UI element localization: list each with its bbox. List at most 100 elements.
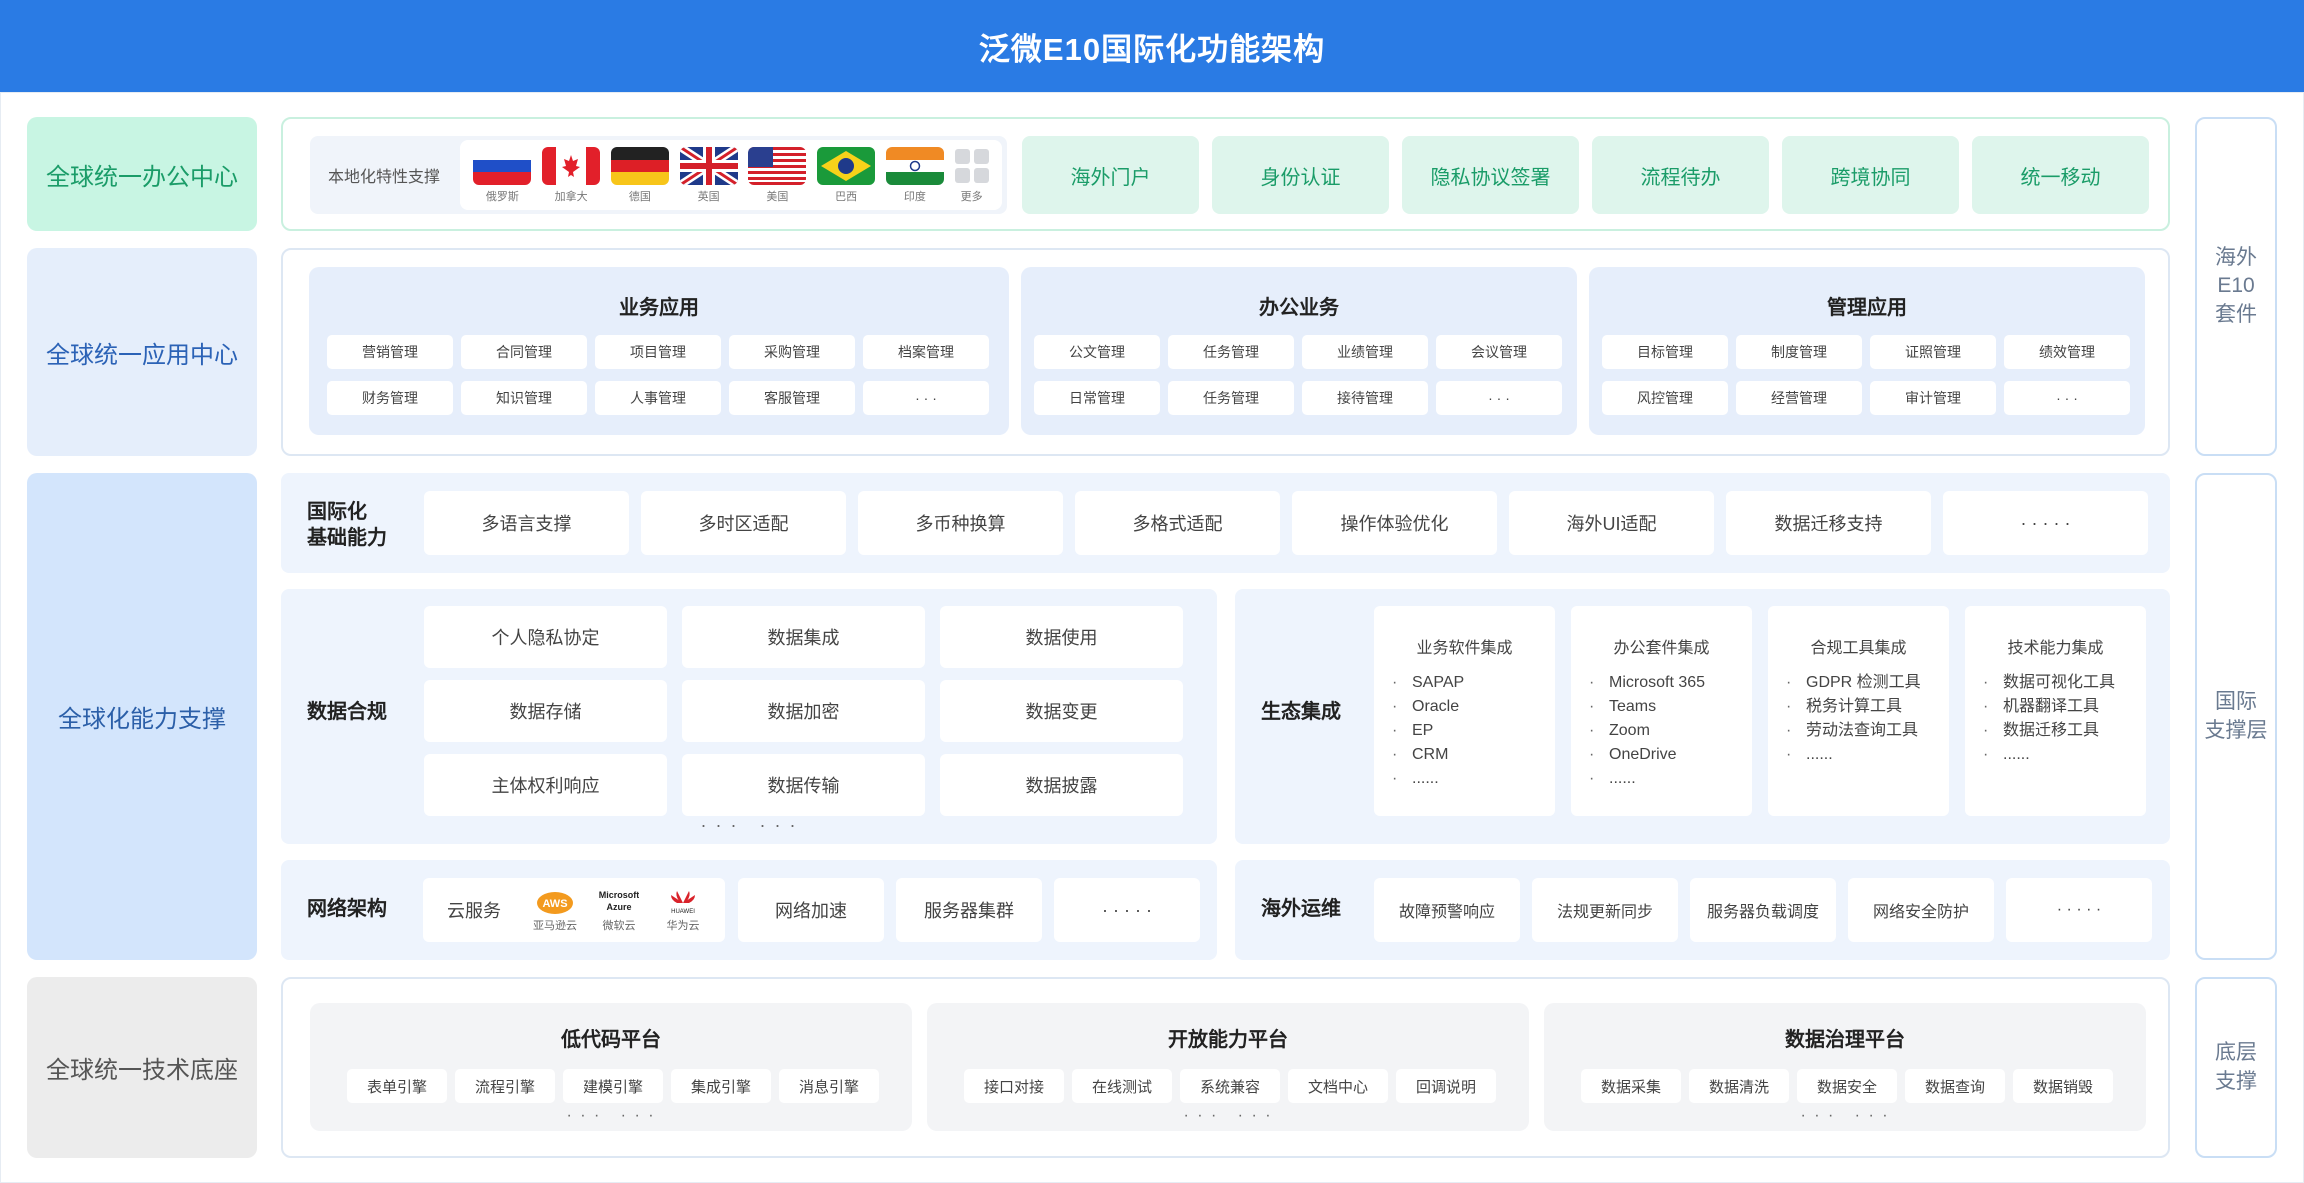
app-item[interactable]: 会议管理	[1436, 335, 1562, 369]
intl-item[interactable]: 多时区适配	[641, 491, 846, 555]
eco-list-item: 机器翻译工具	[1983, 695, 2115, 719]
app-item[interactable]: 公文管理	[1034, 335, 1160, 369]
ops-item[interactable]: 法规更新同步	[1532, 878, 1678, 942]
net-item-more[interactable]: · · · · ·	[1054, 878, 1200, 942]
platform-item[interactable]: 在线测试	[1072, 1069, 1172, 1103]
eco-card-title: 办公套件集成	[1613, 640, 1710, 657]
germany-flag-icon	[610, 146, 669, 185]
platform-item[interactable]: 文档中心	[1288, 1069, 1388, 1103]
app-item[interactable]: 任务管理	[1168, 381, 1294, 415]
eco-card-business-software[interactable]: 业务软件集成 SAPAP Oracle EP CRM ......	[1374, 606, 1555, 816]
intl-item[interactable]: 海外UI适配	[1509, 491, 1714, 555]
feature-privacy-sign[interactable]: 隐私协议签署	[1402, 136, 1579, 214]
data-item[interactable]: 主体权利响应	[424, 754, 667, 816]
platform-item[interactable]: 表单引擎	[347, 1069, 447, 1103]
feature-unified-mobile[interactable]: 统一移动	[1972, 136, 2149, 214]
eco-card-tech-capability[interactable]: 技术能力集成 数据可视化工具 机器翻译工具 数据迁移工具 ......	[1965, 606, 2146, 816]
cloud-name: 微软云	[602, 920, 636, 932]
app-item[interactable]: 项目管理	[595, 335, 721, 369]
feature-workflow-todo[interactable]: 流程待办	[1592, 136, 1769, 214]
eco-list-item: Zoom	[1589, 719, 1705, 743]
app-item-more[interactable]: · · ·	[1436, 381, 1562, 415]
eco-list-item: Oracle	[1392, 695, 1464, 719]
platform-low-code: 低代码平台 表单引擎 流程引擎 建模引擎 集成引擎 消息引擎 · · · · ·…	[310, 1003, 912, 1131]
app-item[interactable]: 审计管理	[1870, 381, 1996, 415]
app-item[interactable]: 制度管理	[1736, 335, 1862, 369]
intl-item[interactable]: 操作体验优化	[1292, 491, 1497, 555]
platform-open-capability: 开放能力平台 接口对接 在线测试 系统兼容 文档中心 回调说明 · · · · …	[927, 1003, 1529, 1131]
app-group-office: 办公业务 公文管理 任务管理 业绩管理 会议管理 日常管理 任务管理 接待管理 …	[1021, 267, 1577, 435]
platform-item[interactable]: 数据销毁	[2013, 1069, 2113, 1103]
app-item[interactable]: 营销管理	[327, 335, 453, 369]
app-item[interactable]: 接待管理	[1302, 381, 1428, 415]
app-item[interactable]: 采购管理	[729, 335, 855, 369]
app-item[interactable]: 知识管理	[461, 381, 587, 415]
eco-card-office-suite[interactable]: 办公套件集成 Microsoft 365 Teams Zoom OneDrive…	[1571, 606, 1752, 816]
ops-item-more[interactable]: · · · · ·	[2006, 878, 2152, 942]
app-item[interactable]: 目标管理	[1602, 335, 1728, 369]
ops-item[interactable]: 网络安全防护	[1848, 878, 1994, 942]
platform-item[interactable]: 流程引擎	[455, 1069, 555, 1103]
platform-more-dots: · · · · · ·	[1183, 1107, 1273, 1124]
app-item[interactable]: 任务管理	[1168, 335, 1294, 369]
app-item[interactable]: 业绩管理	[1302, 335, 1428, 369]
app-item[interactable]: 合同管理	[461, 335, 587, 369]
app-item[interactable]: 档案管理	[863, 335, 989, 369]
data-item[interactable]: 数据传输	[682, 754, 925, 816]
data-item[interactable]: 数据集成	[682, 606, 925, 668]
flag-more[interactable]: 更多	[954, 147, 989, 204]
app-group-title: 办公业务	[1259, 297, 1339, 319]
ops-item[interactable]: 故障预警响应	[1374, 878, 1520, 942]
data-item[interactable]: 数据加密	[682, 680, 925, 742]
huawei-logo-icon: HUAWEI	[671, 891, 695, 915]
app-item-more[interactable]: · · ·	[863, 381, 989, 415]
feature-overseas-portal[interactable]: 海外门户	[1022, 136, 1199, 214]
app-item[interactable]: 经营管理	[1736, 381, 1862, 415]
localization-label: 本地化特性支撑	[328, 169, 441, 186]
intl-item[interactable]: 多币种换算	[858, 491, 1063, 555]
feature-identity-auth[interactable]: 身份认证	[1212, 136, 1389, 214]
intl-item[interactable]: 多语言支撑	[424, 491, 629, 555]
app-item[interactable]: 人事管理	[595, 381, 721, 415]
platform-item[interactable]: 系统兼容	[1180, 1069, 1280, 1103]
intl-item-more[interactable]: · · · · ·	[1943, 491, 2148, 555]
country-name: 印度	[903, 190, 926, 203]
data-item[interactable]: 数据变更	[940, 680, 1183, 742]
app-item[interactable]: 财务管理	[327, 381, 453, 415]
country-flags: 俄罗斯 加拿大 德国 英国 美国 巴西 印度 更多	[460, 140, 1002, 210]
india-flag-icon	[885, 146, 944, 185]
platform-item[interactable]: 回调说明	[1396, 1069, 1496, 1103]
ecosystem-box: 生态集成 业务软件集成 SAPAP Oracle EP CRM ...... 办…	[1235, 589, 2170, 844]
app-item[interactable]: 风控管理	[1602, 381, 1728, 415]
platform-item[interactable]: 数据安全	[1797, 1069, 1897, 1103]
platform-item[interactable]: 数据清洗	[1689, 1069, 1789, 1103]
feature-cross-border[interactable]: 跨境协同	[1782, 136, 1959, 214]
app-item[interactable]: 绩效管理	[2004, 335, 2130, 369]
platform-item[interactable]: 数据采集	[1581, 1069, 1681, 1103]
platform-item[interactable]: 建模引擎	[563, 1069, 663, 1103]
eco-card-compliance-tools[interactable]: 合规工具集成 GDPR 检测工具 税务计算工具 劳动法查询工具 ......	[1768, 606, 1949, 816]
data-item[interactable]: 个人隐私协定	[424, 606, 667, 668]
platform-item[interactable]: 消息引擎	[779, 1069, 879, 1103]
data-item[interactable]: 数据使用	[940, 606, 1183, 668]
app-item[interactable]: 日常管理	[1034, 381, 1160, 415]
platform-item[interactable]: 集成引擎	[671, 1069, 771, 1103]
platform-data-governance: 数据治理平台 数据采集 数据清洗 数据安全 数据查询 数据销毁 · · · · …	[1544, 1003, 2146, 1131]
platform-item[interactable]: 数据查询	[1905, 1069, 2005, 1103]
intl-item[interactable]: 数据迁移支持	[1726, 491, 1931, 555]
intl-item[interactable]: 多格式适配	[1075, 491, 1280, 555]
brazil-flag-icon	[817, 146, 876, 185]
app-item[interactable]: 客服管理	[729, 381, 855, 415]
ops-item[interactable]: 服务器负载调度	[1690, 878, 1836, 942]
app-item-more[interactable]: · · ·	[2004, 381, 2130, 415]
data-item[interactable]: 数据存储	[424, 680, 667, 742]
net-item[interactable]: 服务器集群	[896, 878, 1042, 942]
app-item[interactable]: 证照管理	[1870, 335, 1996, 369]
label-base-support: 底层 支撑	[2195, 977, 2277, 1158]
data-item[interactable]: 数据披露	[940, 754, 1183, 816]
platform-item[interactable]: 接口对接	[964, 1069, 1064, 1103]
flag-brazil: 巴西	[817, 146, 876, 204]
net-item[interactable]: 网络加速	[738, 878, 884, 942]
eco-list-item: 税务计算工具	[1786, 695, 1921, 719]
cloud-services[interactable]: 云服务 AWS 亚马逊云 Microsoft Azure 微软云 HUAWEI …	[423, 878, 725, 942]
